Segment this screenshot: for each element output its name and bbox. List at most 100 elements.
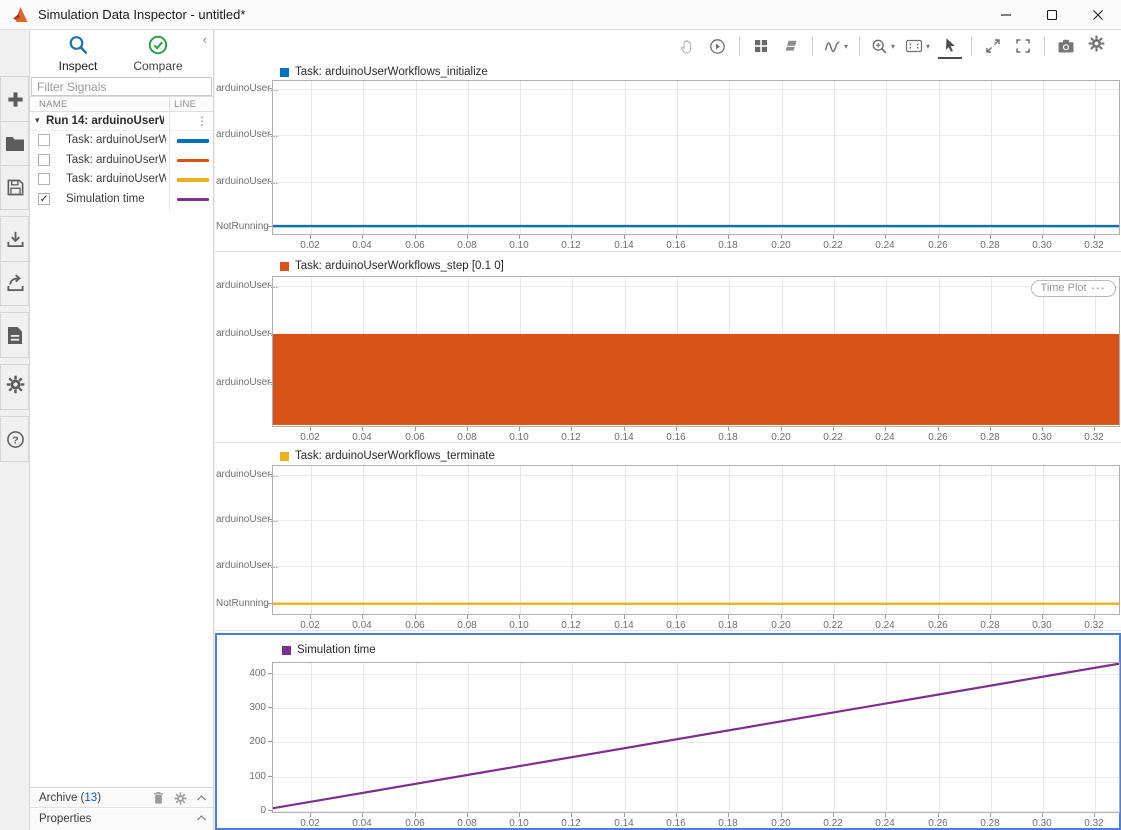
signal-trace [273, 277, 1119, 426]
plot-canvas[interactable] [272, 662, 1120, 813]
axis-tick [571, 615, 572, 619]
axis-tick [519, 813, 520, 817]
plot-initialize[interactable]: Task: arduinoUserWorkflows_initialize0.0… [215, 62, 1121, 252]
signal-row[interactable]: Task: arduinoUserWor [30, 131, 213, 151]
maximize-button[interactable] [1029, 0, 1075, 30]
gear-icon[interactable] [174, 792, 187, 805]
y-tick-label: arduinoUser... [216, 176, 266, 187]
y-tick-label: arduinoUser... [216, 377, 266, 388]
signal-row[interactable]: Task: arduinoUserWor [30, 170, 213, 190]
x-tick-label: 0.30 [1022, 620, 1062, 631]
plot-simulation-time[interactable]: Simulation time0.020.040.060.080.100.120… [215, 633, 1121, 830]
signal-checkbox[interactable] [38, 173, 50, 185]
signal-line-swatch[interactable] [177, 139, 209, 143]
plot-area: ▾ ▾ ▾ Task: arduinoUserWorkflows_initializ… [215, 30, 1121, 830]
axis-tick [362, 813, 363, 817]
axis-tick [833, 813, 834, 817]
replay-button[interactable] [706, 33, 730, 59]
signal-line-swatch[interactable] [177, 178, 209, 182]
plot-step[interactable]: Task: arduinoUserWorkflows_step [0.1 0]T… [215, 252, 1121, 443]
x-tick-label: 0.08 [447, 620, 487, 631]
dropdown-caret-icon: ▾ [926, 42, 930, 51]
axis-tick [362, 235, 363, 239]
chevron-up-icon[interactable] [196, 814, 207, 822]
axis-tick [990, 235, 991, 239]
toolbar-separator [739, 36, 740, 56]
tab-inspect[interactable]: Inspect [43, 34, 113, 79]
axis-tick [1094, 235, 1095, 239]
axis-tick [781, 813, 782, 817]
open-button[interactable] [1, 121, 29, 165]
x-tick-label: 0.16 [656, 432, 696, 443]
x-tick-label: 0.08 [447, 818, 487, 829]
tab-compare[interactable]: Compare [123, 34, 193, 77]
collapse-panel-icon[interactable]: ‹ [203, 32, 207, 47]
add-button[interactable] [1, 77, 29, 121]
plot-canvas[interactable]: Time Plot••• [272, 276, 1120, 427]
axis-tick [676, 615, 677, 619]
signal-trace [273, 466, 1119, 614]
axis-tick [268, 226, 272, 227]
signal-button[interactable]: ▾ [822, 33, 850, 59]
axis-tick [571, 813, 572, 817]
plot-canvas[interactable] [272, 465, 1120, 615]
axis-tick [268, 741, 272, 742]
x-tick-label: 0.26 [918, 818, 958, 829]
export-icon [6, 274, 25, 293]
snapshot-button[interactable] [1054, 33, 1078, 59]
toolbar-separator [971, 36, 972, 56]
run-group-row[interactable]: ▾ Run 14: arduinoUserWorkfl ⋮ [30, 112, 213, 131]
report-button[interactable] [1, 313, 29, 357]
pan-button[interactable] [676, 33, 700, 59]
fullscreen-button[interactable] [1011, 33, 1035, 59]
signal-line-swatch[interactable] [177, 198, 209, 202]
axis-tick [268, 673, 272, 674]
plot-terminate[interactable]: Task: arduinoUserWorkflows_terminate0.02… [215, 443, 1121, 631]
expand-caret-icon[interactable]: ▾ [35, 115, 40, 126]
time-plot-badge[interactable]: Time Plot••• [1031, 280, 1116, 297]
axis-tick [1042, 235, 1043, 239]
signal-checkbox[interactable]: ✓ [38, 193, 50, 205]
plot-canvas[interactable] [272, 80, 1120, 235]
fit-button[interactable]: ▾ [903, 33, 932, 59]
axis-tick [467, 813, 468, 817]
x-tick-label: 0.04 [342, 818, 382, 829]
signal-checkbox[interactable] [38, 154, 50, 166]
layout-button[interactable] [749, 33, 773, 59]
filter-signals-input[interactable] [31, 77, 212, 96]
signal-label: Task: arduinoUserWor [66, 134, 166, 146]
pointer-button[interactable] [938, 33, 962, 59]
import-button[interactable] [1, 217, 29, 261]
properties-section-header[interactable]: Properties [30, 809, 213, 830]
settings-button[interactable] [1084, 33, 1108, 59]
x-tick-label: 0.08 [447, 240, 487, 251]
x-tick-label: 0.06 [395, 432, 435, 443]
axis-tick [781, 427, 782, 431]
export-button[interactable] [1, 261, 29, 305]
signal-row[interactable]: ✓Simulation time [30, 190, 213, 210]
plus-icon [6, 90, 25, 109]
x-tick-label: 0.24 [865, 620, 905, 631]
minimize-button[interactable] [983, 0, 1029, 30]
axis-tick [833, 427, 834, 431]
preferences-button[interactable] [1, 365, 29, 409]
signal-checkbox[interactable] [38, 134, 50, 146]
x-tick-label: 0.06 [395, 620, 435, 631]
x-tick-label: 0.20 [761, 620, 801, 631]
close-button[interactable] [1075, 0, 1121, 30]
archive-section-header[interactable]: Archive (13) [30, 787, 213, 808]
kebab-menu-icon[interactable]: ⋮ [196, 114, 208, 128]
expand-button[interactable] [981, 33, 1005, 59]
signal-row[interactable]: Task: arduinoUserWor [30, 151, 213, 171]
axis-tick [624, 427, 625, 431]
badge-menu-dots-icon[interactable]: ••• [1092, 284, 1106, 293]
help-button[interactable]: ? [1, 417, 29, 461]
eraser-button[interactable] [779, 33, 803, 59]
chevron-up-icon[interactable] [196, 794, 207, 802]
zoom-button[interactable]: ▾ [869, 33, 897, 59]
signal-line-swatch[interactable] [177, 159, 209, 163]
x-tick-label: 0.04 [342, 240, 382, 251]
trash-icon[interactable] [152, 791, 165, 805]
save-button[interactable] [1, 165, 29, 209]
toolbar-separator [859, 36, 860, 56]
